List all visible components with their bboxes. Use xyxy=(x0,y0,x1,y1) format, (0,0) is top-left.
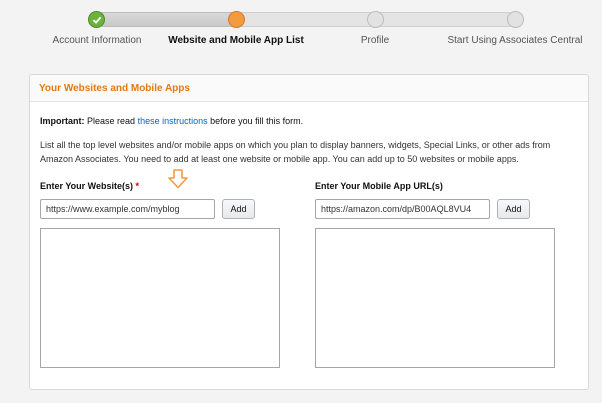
card-title: Your Websites and Mobile Apps xyxy=(30,75,588,102)
progress-stepper: Account Information Website and Mobile A… xyxy=(0,0,602,55)
step-3-indicator xyxy=(367,11,384,28)
mobile-app-list-box[interactable] xyxy=(315,228,555,368)
step-label-profile: Profile xyxy=(360,35,390,46)
step-2-indicator xyxy=(228,11,245,28)
step-label-account-information: Account Information xyxy=(52,35,142,46)
progress-track-fill xyxy=(96,12,238,27)
step-1-check-icon xyxy=(88,11,105,28)
important-label: Important: xyxy=(40,116,85,126)
website-field-label: Enter Your Website(s) * xyxy=(40,181,139,191)
mobile-app-url-input[interactable] xyxy=(315,199,490,219)
required-mark: * xyxy=(135,181,140,191)
add-mobile-app-button[interactable]: Add xyxy=(497,199,530,219)
important-note: Important: Please read these instruction… xyxy=(40,116,303,126)
website-url-input[interactable] xyxy=(40,199,215,219)
instructions-link[interactable]: these instructions xyxy=(138,116,208,126)
step-label-website-and-mobile-app-list: Website and Mobile App List xyxy=(168,35,304,46)
arrow-down-icon xyxy=(168,169,188,189)
websites-card: Your Websites and Mobile Apps Important:… xyxy=(29,74,589,390)
form-description: List all the top level websites and/or m… xyxy=(40,140,551,164)
add-website-button[interactable]: Add xyxy=(222,199,255,219)
website-list-box[interactable] xyxy=(40,228,280,368)
step-label-start-using-associates-central: Start Using Associates Central xyxy=(447,35,583,46)
step-4-indicator xyxy=(507,11,524,28)
important-text-pre: Please read xyxy=(87,116,136,126)
website-label-text: Enter Your Website(s) xyxy=(40,181,134,191)
important-text-post: before you fill this form. xyxy=(210,116,304,126)
mobile-app-field-label: Enter Your Mobile App URL(s) xyxy=(315,181,443,191)
